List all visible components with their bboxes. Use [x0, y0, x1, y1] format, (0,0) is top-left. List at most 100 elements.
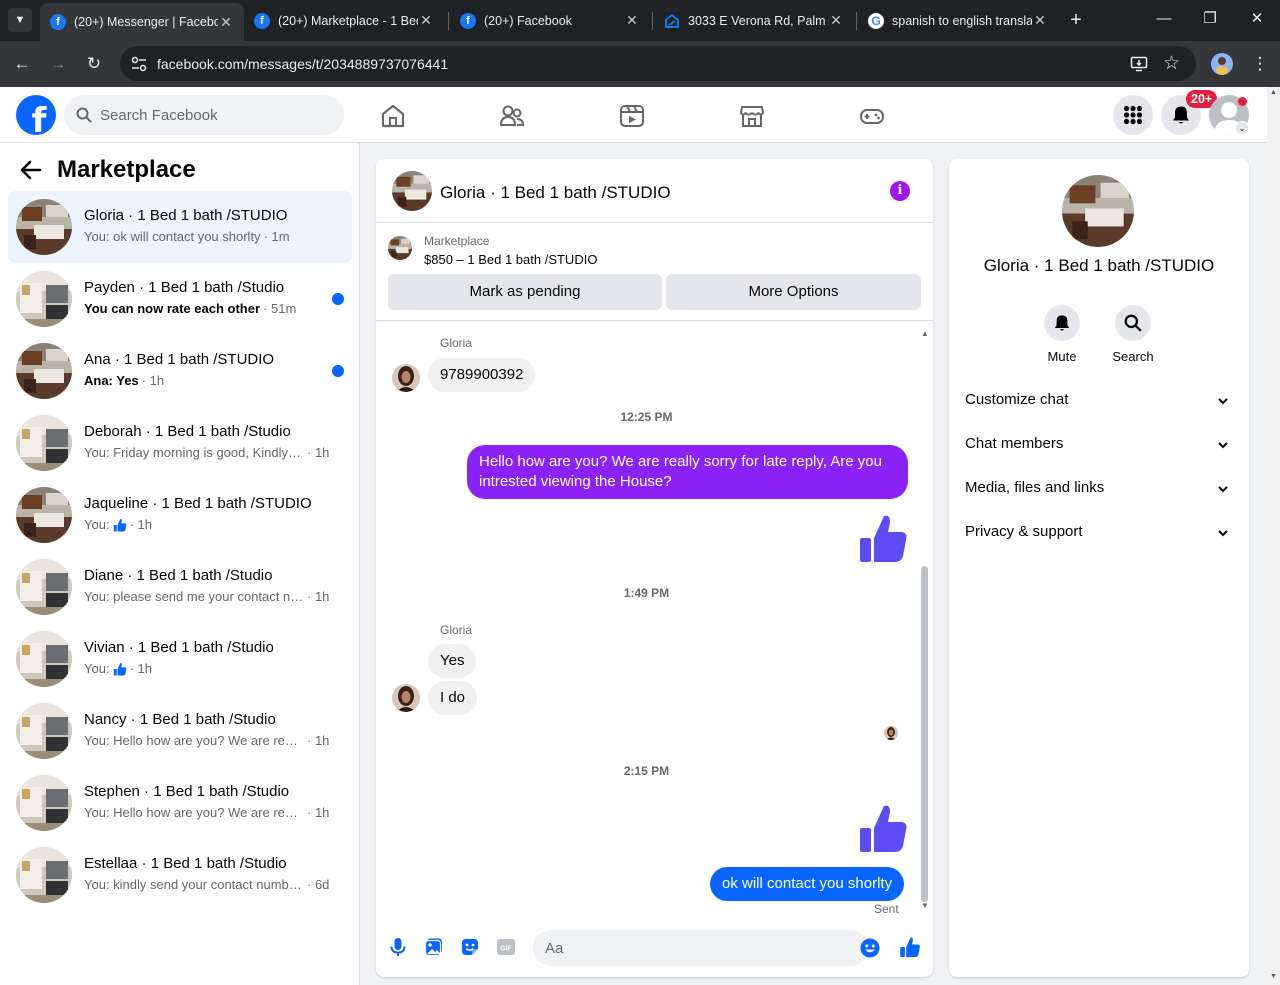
- chat-title[interactable]: Gloria · 1 Bed 1 bath /STUDIO: [440, 183, 671, 203]
- facebook-logo[interactable]: f: [16, 95, 56, 135]
- preview-time-value: 1h: [137, 517, 152, 532]
- listing-thumbnail[interactable]: [388, 236, 412, 260]
- google-icon: G: [868, 12, 884, 29]
- bookmark-star-icon[interactable]: ☆: [1163, 52, 1180, 75]
- info-section-row[interactable]: Media, files and links: [965, 479, 1233, 501]
- conversation-item[interactable]: Jaqueline · 1 Bed 1 bath /STUDIO You: · 1…: [8, 479, 352, 551]
- sent-status: Sent: [874, 902, 899, 916]
- minimize-button[interactable]: —: [1154, 9, 1174, 29]
- window-close-button[interactable]: ✕: [1247, 9, 1267, 29]
- message-bubble-outgoing[interactable]: Hello how are you? We are really sorry f…: [467, 445, 908, 499]
- browser-menu-icon[interactable]: ⋮: [1249, 53, 1271, 75]
- mark-as-pending-button[interactable]: Mark as pending: [388, 274, 662, 310]
- panel-title: Marketplace: [57, 156, 196, 183]
- scroll-down-icon[interactable]: ▼: [1270, 973, 1277, 980]
- page-scrollbar[interactable]: ▲ ▼: [1267, 87, 1280, 985]
- conversation-item[interactable]: Vivian · 1 Bed 1 bath /Studio You: · 1h: [8, 623, 352, 695]
- thumbs-up-icon[interactable]: [858, 512, 908, 564]
- info-section-row[interactable]: Privacy & support: [965, 523, 1233, 545]
- conversation-item[interactable]: Payden · 1 Bed 1 bath /Studio You can now…: [8, 263, 352, 335]
- close-icon[interactable]: ✕: [828, 12, 844, 29]
- preview-text: You: Hello how are you? We are really ..…: [84, 733, 304, 748]
- chat-scrollbar[interactable]: ▲ ▼: [919, 329, 929, 910]
- tab-facebook[interactable]: f (20+) Facebook ✕: [450, 5, 650, 36]
- search-in-chat-button[interactable]: Search: [1103, 305, 1163, 364]
- conversation-item[interactable]: Nancy · 1 Bed 1 bath /Studio You: Hello h…: [8, 695, 352, 767]
- preview-time-value: 1h: [314, 733, 330, 748]
- listing-description[interactable]: $850 – 1 Bed 1 bath /STUDIO: [424, 252, 597, 267]
- sender-avatar: [392, 364, 420, 392]
- message-bubble-incoming[interactable]: 9789900392: [428, 358, 536, 392]
- photo-icon[interactable]: [424, 937, 444, 957]
- install-app-icon[interactable]: [1130, 55, 1148, 73]
- close-icon[interactable]: ✕: [218, 14, 234, 31]
- video-icon[interactable]: [619, 103, 645, 129]
- preview-time-value: 51m: [270, 301, 297, 316]
- reload-icon[interactable]: ↻: [83, 53, 105, 75]
- message-input[interactable]: [533, 930, 869, 966]
- menu-button[interactable]: [1113, 95, 1153, 135]
- back-arrow-icon[interactable]: [20, 160, 42, 180]
- info-section-row[interactable]: Customize chat: [965, 391, 1233, 413]
- conversation-item[interactable]: Estellaa · 1 Bed 1 bath /Studio You: kind…: [8, 839, 352, 911]
- message-bubble-incoming[interactable]: I do: [428, 681, 478, 715]
- preview-time: · 1h: [307, 733, 330, 748]
- more-options-button[interactable]: More Options: [666, 274, 921, 310]
- account-chevron-icon[interactable]: ⌄: [1235, 121, 1249, 135]
- facebook-icon: f: [254, 12, 270, 29]
- preview-time: · 1h: [307, 589, 330, 604]
- back-arrow-icon[interactable]: ←: [11, 53, 33, 75]
- mute-button[interactable]: Mute: [1032, 305, 1092, 364]
- contact-avatar[interactable]: [1062, 175, 1134, 247]
- conversation-item[interactable]: Deborah · 1 Bed 1 bath /Studio You: Frida…: [8, 407, 352, 479]
- tab-marketplace[interactable]: f (20+) Marketplace - 1 Bed ✕: [244, 5, 444, 36]
- sticker-icon[interactable]: [460, 937, 480, 957]
- close-icon[interactable]: ✕: [1032, 12, 1048, 29]
- close-icon[interactable]: ✕: [418, 12, 434, 29]
- new-tab-button[interactable]: +: [1066, 10, 1086, 30]
- close-icon[interactable]: ✕: [624, 12, 640, 29]
- tab-search-button[interactable]: ▼: [8, 8, 32, 32]
- friends-icon[interactable]: [499, 103, 525, 129]
- tab-google[interactable]: G spanish to english translate ✕: [858, 5, 1058, 36]
- like-send-icon[interactable]: [899, 936, 919, 956]
- restore-button[interactable]: ❐: [1200, 9, 1220, 29]
- gaming-icon[interactable]: [859, 103, 885, 129]
- conversation-avatar: [16, 415, 72, 471]
- info-section-row[interactable]: Chat members: [965, 435, 1233, 457]
- tab-messenger[interactable]: f (20+) Messenger | Facebook ✕: [40, 3, 244, 41]
- preview-time-value: 1m: [271, 229, 290, 244]
- profile-avatar[interactable]: [1211, 53, 1233, 75]
- conversation-item[interactable]: Stephen · 1 Bed 1 bath /Studio You: Hello…: [8, 767, 352, 839]
- site-settings-icon[interactable]: [130, 55, 148, 73]
- search-icon: [1124, 314, 1142, 332]
- message-bubble-outgoing[interactable]: ok will contact you shorlty: [710, 867, 905, 901]
- tab-title: (20+) Facebook: [484, 13, 572, 28]
- conversation-preview: You: Hello how are you? We are really ..…: [84, 805, 329, 820]
- home-icon[interactable]: [380, 103, 406, 129]
- scroll-thumb[interactable]: [921, 566, 928, 902]
- chevron-down-icon: [1217, 527, 1229, 539]
- conversation-item[interactable]: Gloria · 1 Bed 1 bath /STUDIO You: ok wil…: [8, 191, 352, 263]
- scroll-down-icon[interactable]: ▼: [921, 901, 929, 910]
- thumbs-up-icon[interactable]: [858, 802, 908, 854]
- scroll-up-icon[interactable]: ▲: [1270, 89, 1277, 96]
- search-input[interactable]: [64, 95, 344, 135]
- forward-arrow-icon[interactable]: →: [47, 53, 69, 75]
- scroll-up-icon[interactable]: ▲: [921, 329, 929, 338]
- emoji-icon[interactable]: [860, 938, 880, 958]
- gif-icon[interactable]: GIF: [496, 937, 516, 957]
- address-bar[interactable]: facebook.com/messages/t/2034889737076441…: [120, 46, 1196, 81]
- conversation-avatar: [16, 847, 72, 903]
- info-icon[interactable]: i: [890, 181, 910, 201]
- conversation-item[interactable]: Ana · 1 Bed 1 bath /STUDIO Ana: Yes · 1h: [8, 335, 352, 407]
- preview-time-value: 1h: [314, 805, 330, 820]
- message-composer: GIF: [376, 929, 933, 977]
- marketplace-icon[interactable]: [739, 103, 765, 129]
- microphone-icon[interactable]: [388, 937, 408, 957]
- conversation-item[interactable]: Diane · 1 Bed 1 bath /Studio You: please …: [8, 551, 352, 623]
- conversation-avatar: [16, 199, 72, 255]
- chat-avatar[interactable]: [392, 171, 432, 211]
- message-bubble-incoming[interactable]: Yes: [428, 644, 477, 678]
- tab-zillow[interactable]: 3033 E Verona Rd, Palm Springs ✕: [654, 5, 854, 36]
